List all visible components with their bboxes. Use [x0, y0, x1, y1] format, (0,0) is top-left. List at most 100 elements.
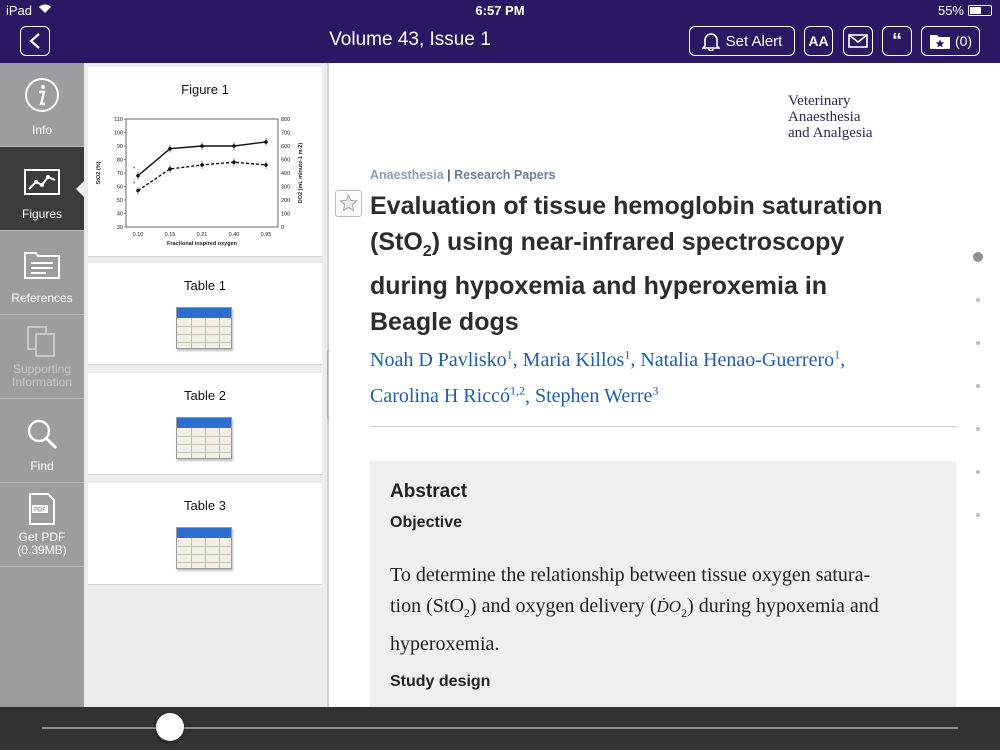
- table-3-title: Table 3: [184, 498, 226, 513]
- y-right-tick-label: 600: [281, 144, 290, 150]
- font-size-button[interactable]: AA: [804, 26, 833, 56]
- rail-label-find: Find: [30, 459, 54, 473]
- significance-marker: *: [133, 167, 136, 173]
- page-dot[interactable]: [976, 427, 980, 431]
- y-right-tick-label: 500: [281, 158, 290, 164]
- section-secondary: Research Papers: [454, 168, 556, 182]
- y-tick-label: 70: [117, 171, 123, 177]
- y-tick-label: 40: [117, 212, 123, 218]
- y-tick-label: 100: [114, 131, 123, 137]
- page-dot[interactable]: [976, 513, 980, 517]
- battery-icon: [968, 5, 992, 16]
- y-right-tick-label: 100: [281, 212, 290, 218]
- rail-label-figures: Figures: [21, 207, 62, 221]
- favorite-button[interactable]: [335, 190, 362, 217]
- status-bar: iPad 6:57 PM 55%: [0, 0, 1000, 20]
- rail-item-find[interactable]: Find: [0, 399, 84, 483]
- battery-percent: 55%: [937, 3, 964, 18]
- x-tick-label: 0.40: [229, 232, 240, 238]
- bell-icon: [701, 33, 720, 51]
- page-dot[interactable]: [976, 470, 980, 474]
- objective-heading: Objective: [390, 514, 463, 531]
- author-link[interactable]: Noah D Pavlisko1: [370, 347, 513, 371]
- x-tick-label: 0.15: [165, 232, 176, 238]
- set-alert-button[interactable]: Set Alert: [689, 26, 795, 56]
- info-icon: [25, 78, 59, 112]
- y-right-tick-label: 200: [281, 198, 290, 204]
- star-icon: [339, 193, 358, 212]
- table-2-thumbnail[interactable]: Table 2: [88, 373, 322, 475]
- objective-text: To determine the relationship between ti…: [390, 564, 879, 655]
- scrubber-knob[interactable]: [156, 713, 185, 741]
- y-right-tick-label: 300: [281, 185, 290, 191]
- rail-item-get-pdf[interactable]: PDF Get PDF (0.39MB): [0, 483, 84, 567]
- x-axis-label: Fractional inspired oxygen: [167, 241, 238, 247]
- figure-1-thumbnail[interactable]: Figure 1 110 100 90 80 70 60 50 40 30 800 700 600 50…: [88, 67, 322, 257]
- rail-label-references: References: [11, 291, 73, 305]
- table-1-title: Table 1: [184, 278, 226, 293]
- search-icon: [27, 419, 58, 450]
- set-alert-label: Set Alert: [725, 32, 783, 50]
- rail-label-supporting-information: Supporting Information: [11, 362, 73, 389]
- references-icon: [24, 252, 60, 279]
- author-list: Noah D Pavlisko1, Maria Killos1, Natalia…: [370, 347, 846, 408]
- x-tick-label: 0.21: [197, 232, 208, 238]
- y-right-axis-label: DO2 (mL minute-1 m-2): [298, 143, 304, 204]
- author-link[interactable]: Natalia Henao-Guerrero1: [640, 347, 840, 371]
- article-title: Evaluation of tissue hemoglobin saturati…: [370, 192, 883, 336]
- figure-1-title: Figure 1: [181, 82, 229, 97]
- y-right-tick-label: 0: [281, 225, 284, 231]
- chart-icon: [24, 169, 60, 195]
- clock: 6:57 PM: [475, 3, 525, 18]
- copy-icon: [27, 326, 55, 357]
- author-link[interactable]: Maria Killos1: [523, 347, 631, 371]
- email-button[interactable]: [843, 26, 873, 56]
- author-link[interactable]: Stephen Werre3: [535, 384, 658, 408]
- rail-label-info: Info: [31, 123, 52, 137]
- study-design-heading: Study design: [390, 673, 491, 690]
- table-icon: [176, 527, 232, 569]
- y-tick-label: 60: [117, 185, 123, 191]
- figure-1-chart: 110 100 90 80 70 60 50 40 30 800 700 600 500 400 300 20…: [96, 117, 304, 247]
- cite-button[interactable]: “: [882, 26, 912, 56]
- pdf-icon: PDF: [29, 493, 55, 525]
- page-scrubber: [0, 707, 1000, 750]
- article-view[interactable]: Veterinary Anaesthesia and Analgesia Ana…: [329, 63, 1000, 707]
- significance-marker: *: [133, 182, 136, 188]
- page-indicator[interactable]: [972, 252, 986, 522]
- y-tick-label: 80: [117, 158, 123, 164]
- saved-articles-button[interactable]: (0): [921, 26, 980, 56]
- y-tick-label: 50: [117, 198, 123, 204]
- y-right-tick-label: 700: [281, 131, 290, 137]
- y-tick-label: 110: [114, 117, 123, 123]
- rail-label-get-pdf: Get PDF (0.39MB): [17, 530, 67, 557]
- y-right-tick-label: 400: [281, 171, 290, 177]
- abstract-section: Abstract Objective To determine the rela…: [370, 461, 956, 707]
- page-dot[interactable]: [973, 252, 983, 262]
- section-tag: Anaesthesia | Research Papers: [370, 168, 556, 182]
- page-dot[interactable]: [976, 384, 980, 388]
- table-3-thumbnail[interactable]: Table 3: [88, 483, 322, 585]
- abstract-heading: Abstract: [390, 481, 468, 502]
- rail-item-info[interactable]: Info: [0, 63, 84, 147]
- table-icon: [176, 417, 232, 459]
- rail-item-references[interactable]: References: [0, 231, 84, 315]
- nav-bar: Volume 43, Issue 1 Set Alert AA “ (0): [0, 20, 1000, 63]
- y-tick-label: 30: [117, 225, 123, 231]
- y-axis-label: StO2 (%): [96, 161, 102, 184]
- folder-star-icon: [929, 35, 950, 49]
- section-separator: |: [447, 168, 451, 182]
- x-tick-label: 0.95: [261, 232, 272, 238]
- section-primary: Anaesthesia: [370, 168, 444, 182]
- y-right-tick-label: 800: [281, 117, 290, 123]
- svg-text:PDF: PDF: [34, 508, 46, 514]
- table-2-title: Table 2: [184, 388, 226, 403]
- table-1-thumbnail[interactable]: Table 1: [88, 263, 322, 365]
- rail-item-supporting-information[interactable]: Supporting Information: [0, 315, 84, 399]
- page-dot[interactable]: [976, 341, 980, 345]
- figure-thumbnail-panel: Figure 1 110 100 90 80 70 60 50 40 30 800 700 600 50…: [84, 63, 328, 707]
- mail-icon: [848, 34, 868, 48]
- author-link[interactable]: Carolina H Riccó1,2: [370, 384, 525, 408]
- rail-item-figures[interactable]: Figures: [0, 147, 84, 231]
- page-dot[interactable]: [976, 298, 980, 302]
